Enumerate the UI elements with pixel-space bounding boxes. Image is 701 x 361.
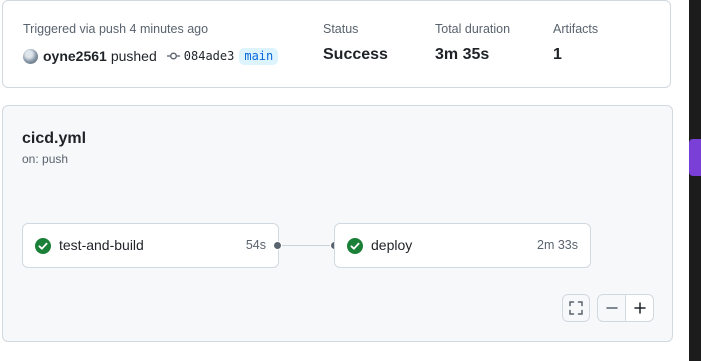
job-connector-line: [282, 245, 335, 246]
zoom-in-button[interactable]: [625, 294, 654, 322]
status-value: Success: [323, 46, 388, 63]
commit-sha-link[interactable]: 084ade3: [184, 49, 235, 63]
workflow-trigger: on: push: [22, 152, 69, 166]
plus-icon: [633, 302, 646, 314]
zoom-out-button[interactable]: [597, 294, 626, 322]
branch-label[interactable]: main: [239, 47, 279, 65]
job-name: test-and-build: [59, 237, 144, 253]
artifacts-label: Artifacts: [553, 22, 599, 36]
check-circle-icon: [347, 238, 363, 254]
trigger-action: pushed: [110, 48, 157, 64]
duration-value: 3m 35s: [435, 46, 490, 63]
job-test-and-build[interactable]: test-and-build 54s: [22, 223, 279, 268]
fullscreen-button[interactable]: [562, 294, 590, 322]
artifacts-count[interactable]: 1: [553, 46, 562, 64]
workflow-run-page: Triggered via push 4 minutes ago oyne256…: [0, 0, 701, 361]
trigger-details: oyne2561 pushed 084ade3 main: [23, 46, 279, 66]
adjacent-window-edge: [689, 0, 701, 361]
job-deploy[interactable]: deploy 2m 33s: [334, 223, 591, 268]
avatar[interactable]: [23, 48, 38, 64]
workflow-file-name[interactable]: cicd.yml: [22, 130, 86, 148]
git-commit-icon: [166, 51, 180, 61]
status-label: Status: [323, 22, 359, 36]
minus-icon: [605, 307, 618, 309]
check-circle-icon: [35, 238, 51, 254]
fullscreen-icon: [569, 301, 583, 315]
job-name: deploy: [371, 237, 413, 253]
duration-label: Total duration: [435, 22, 511, 36]
side-panel-tab[interactable]: [689, 139, 701, 176]
job-output-handle: [273, 241, 282, 250]
job-duration: 2m 33s: [537, 238, 578, 252]
run-summary-card: Triggered via push 4 minutes ago oyne256…: [2, 0, 671, 88]
job-duration: 54s: [245, 238, 266, 252]
trigger-text: Triggered via push 4 minutes ago: [23, 22, 209, 36]
actor-username[interactable]: oyne2561: [43, 48, 107, 64]
workflow-graph-panel: cicd.yml on: push test-and-build 54s dep…: [2, 105, 673, 342]
